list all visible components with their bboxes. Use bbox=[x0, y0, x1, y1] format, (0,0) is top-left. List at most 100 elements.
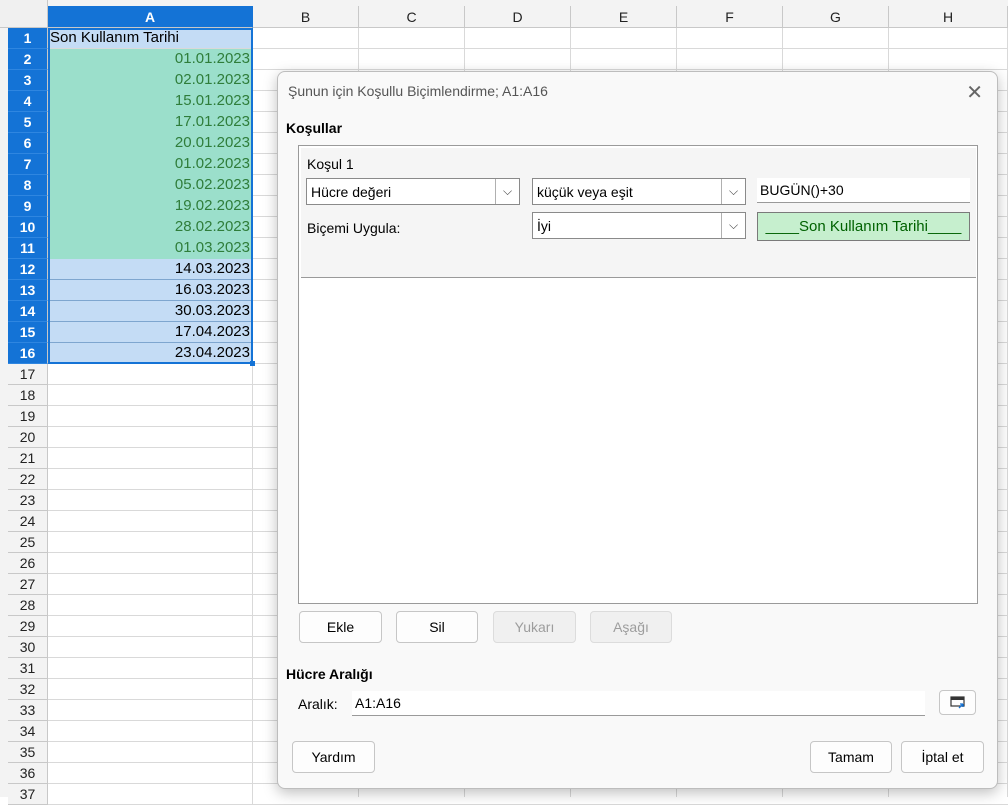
date-cell[interactable]: 17.01.2023 bbox=[48, 112, 253, 133]
row-header[interactable]: 34 bbox=[8, 721, 48, 742]
row-header[interactable]: 2 bbox=[8, 49, 48, 70]
row-header[interactable]: 1 bbox=[8, 28, 48, 49]
condition-type-dropdown[interactable]: Hücre değeri ⌵ bbox=[306, 178, 520, 205]
chevron-down-icon[interactable]: ⌵ bbox=[495, 179, 519, 204]
row-header[interactable]: 36 bbox=[8, 763, 48, 784]
row-header[interactable]: 5 bbox=[8, 112, 48, 133]
date-cell[interactable]: 23.04.2023 bbox=[48, 343, 253, 364]
select-all-corner[interactable] bbox=[0, 0, 48, 28]
date-cell[interactable]: 19.02.2023 bbox=[48, 196, 253, 217]
cell[interactable] bbox=[48, 385, 253, 406]
cell[interactable] bbox=[48, 679, 253, 700]
column-header-g[interactable]: G bbox=[783, 6, 889, 28]
cell[interactable] bbox=[48, 784, 253, 805]
column-header-c[interactable]: C bbox=[359, 6, 465, 28]
row-header[interactable]: 18 bbox=[8, 385, 48, 406]
cell[interactable] bbox=[48, 721, 253, 742]
add-button[interactable]: Ekle bbox=[299, 611, 382, 643]
chevron-down-icon[interactable]: ⌵ bbox=[721, 179, 745, 204]
date-cell[interactable]: 05.02.2023 bbox=[48, 175, 253, 196]
row-header[interactable]: 25 bbox=[8, 532, 48, 553]
column-header-f[interactable]: F bbox=[677, 6, 783, 28]
row-header[interactable]: 30 bbox=[8, 637, 48, 658]
style-dropdown[interactable]: İyi ⌵ bbox=[532, 212, 746, 239]
date-cell[interactable]: 01.02.2023 bbox=[48, 154, 253, 175]
date-cell[interactable]: 17.04.2023 bbox=[48, 322, 253, 343]
column-header-e[interactable]: E bbox=[571, 6, 677, 28]
cell[interactable] bbox=[48, 763, 253, 784]
row-header[interactable]: 17 bbox=[8, 364, 48, 385]
row-header[interactable]: 16 bbox=[8, 343, 48, 364]
conditions-list[interactable]: Koşul 1 Hücre değeri ⌵ küçük veya eşit ⌵… bbox=[298, 145, 978, 604]
row-header[interactable]: 24 bbox=[8, 511, 48, 532]
cell[interactable] bbox=[48, 742, 253, 763]
row-header[interactable]: 15 bbox=[8, 322, 48, 343]
column-header-a[interactable]: A bbox=[48, 6, 253, 28]
column-title-cell[interactable]: Son Kullanım Tarihi bbox=[48, 28, 253, 49]
date-cell[interactable]: 14.03.2023 bbox=[48, 259, 253, 280]
chevron-down-icon[interactable]: ⌵ bbox=[721, 213, 745, 238]
cell[interactable] bbox=[48, 616, 253, 637]
column-header-d[interactable]: D bbox=[465, 6, 571, 28]
move-up-button[interactable]: Yukarı bbox=[493, 611, 576, 643]
cell[interactable] bbox=[48, 700, 253, 721]
row-header[interactable]: 21 bbox=[8, 448, 48, 469]
row-header[interactable]: 10 bbox=[8, 217, 48, 238]
cancel-button[interactable]: İptal et bbox=[901, 741, 984, 773]
row-header[interactable]: 7 bbox=[8, 154, 48, 175]
date-cell[interactable]: 02.01.2023 bbox=[48, 70, 253, 91]
date-cell[interactable]: 28.02.2023 bbox=[48, 217, 253, 238]
delete-button[interactable]: Sil bbox=[396, 611, 478, 643]
cell[interactable] bbox=[48, 427, 253, 448]
cell[interactable] bbox=[48, 574, 253, 595]
row-header[interactable]: 13 bbox=[8, 280, 48, 301]
row-header[interactable]: 12 bbox=[8, 259, 48, 280]
row-header[interactable]: 14 bbox=[8, 301, 48, 322]
row-header[interactable]: 27 bbox=[8, 574, 48, 595]
row-header[interactable]: 32 bbox=[8, 679, 48, 700]
date-cell[interactable]: 15.01.2023 bbox=[48, 91, 253, 112]
row-header[interactable]: 22 bbox=[8, 469, 48, 490]
row-header[interactable]: 19 bbox=[8, 406, 48, 427]
row-header[interactable]: 33 bbox=[8, 700, 48, 721]
date-cell[interactable]: 30.03.2023 bbox=[48, 301, 253, 322]
row-header[interactable]: 11 bbox=[8, 238, 48, 259]
date-cell[interactable]: 01.03.2023 bbox=[48, 238, 253, 259]
cell[interactable] bbox=[48, 364, 253, 385]
row-header[interactable]: 20 bbox=[8, 427, 48, 448]
row-header[interactable]: 26 bbox=[8, 553, 48, 574]
row-header[interactable]: 6 bbox=[8, 133, 48, 154]
cell[interactable] bbox=[48, 532, 253, 553]
cell[interactable] bbox=[48, 595, 253, 616]
cell[interactable] bbox=[48, 469, 253, 490]
row-header[interactable]: 8 bbox=[8, 175, 48, 196]
shrink-range-button[interactable] bbox=[939, 690, 976, 715]
condition-entry[interactable]: Koşul 1 Hücre değeri ⌵ küçük veya eşit ⌵… bbox=[301, 148, 976, 278]
row-header[interactable]: 35 bbox=[8, 742, 48, 763]
operator-dropdown[interactable]: küçük veya eşit ⌵ bbox=[532, 178, 746, 205]
column-header-b[interactable]: B bbox=[253, 6, 359, 28]
move-down-button[interactable]: Aşağı bbox=[590, 611, 672, 643]
cell[interactable] bbox=[48, 406, 253, 427]
cell[interactable] bbox=[48, 511, 253, 532]
cell[interactable] bbox=[48, 490, 253, 511]
close-icon[interactable]: ✕ bbox=[966, 80, 983, 105]
ok-button[interactable]: Tamam bbox=[810, 741, 892, 773]
row-header[interactable]: 29 bbox=[8, 616, 48, 637]
row-header[interactable]: 28 bbox=[8, 595, 48, 616]
row-header[interactable]: 3 bbox=[8, 70, 48, 91]
row-header[interactable]: 31 bbox=[8, 658, 48, 679]
help-button[interactable]: Yardım bbox=[292, 741, 375, 773]
cell[interactable] bbox=[48, 658, 253, 679]
date-cell[interactable]: 20.01.2023 bbox=[48, 133, 253, 154]
cell[interactable] bbox=[48, 637, 253, 658]
date-cell[interactable]: 16.03.2023 bbox=[48, 280, 253, 301]
range-input[interactable]: A1:A16 bbox=[352, 691, 925, 716]
row-header[interactable]: 9 bbox=[8, 196, 48, 217]
row-header[interactable]: 4 bbox=[8, 91, 48, 112]
date-cell[interactable]: 01.01.2023 bbox=[48, 49, 253, 70]
formula-input[interactable]: BUGÜN()+30 bbox=[757, 178, 970, 203]
fill-handle[interactable] bbox=[250, 361, 255, 366]
cell[interactable] bbox=[48, 448, 253, 469]
column-header-h[interactable]: H bbox=[889, 6, 1008, 28]
